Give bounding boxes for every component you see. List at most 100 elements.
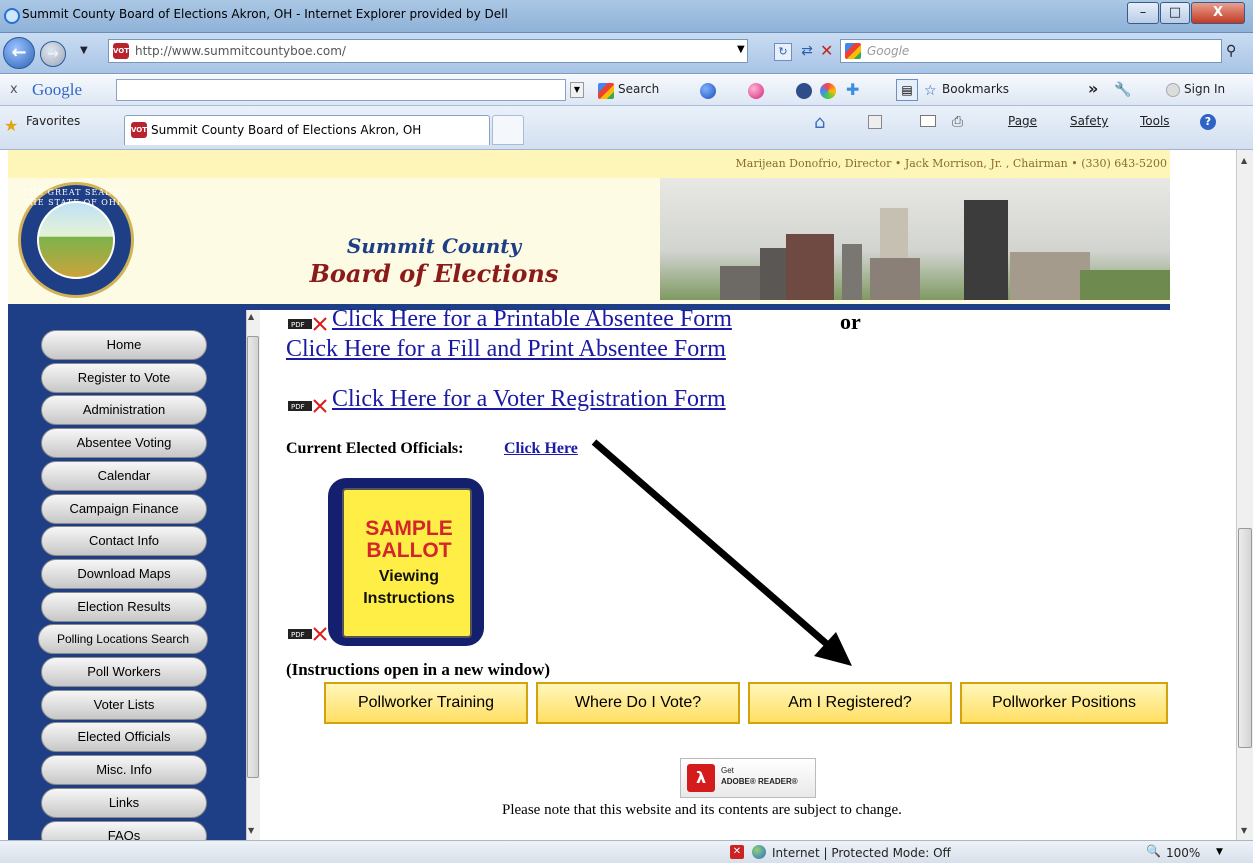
spellcheck-icon[interactable] (820, 83, 836, 99)
zoom-icon: 🔍 (1146, 844, 1161, 858)
where-do-i-vote-button[interactable]: Where Do I Vote? (536, 682, 740, 724)
address-dropdown-icon[interactable]: ▼ (737, 44, 745, 55)
tools-menu[interactable]: Tools (1140, 114, 1170, 128)
sidebar-item-voter-lists[interactable]: Voter Lists (41, 689, 207, 720)
page-menu[interactable]: Page (1008, 114, 1037, 128)
header-contacts: Marijean Donofrio, Director • Jack Morri… (735, 157, 1168, 170)
toolbar-close-button[interactable]: x (10, 82, 18, 97)
google-toolbar: x Google ▼ Search ✚ ▤ ☆ Bookmarks » 🔧 Si… (0, 75, 1253, 106)
sidebar-item-election-results[interactable]: Election Results (41, 591, 207, 622)
voter-registration-link[interactable]: Click Here for a Voter Registration Form (332, 386, 726, 413)
akron-skyline-image (660, 178, 1170, 300)
tab-summit-county[interactable]: VOTE Summit County Board of Elections Ak… (124, 115, 490, 145)
sidebar-item-calendar[interactable]: Calendar (41, 460, 207, 491)
minimize-button[interactable]: – (1127, 2, 1159, 24)
scroll-up-icon[interactable]: ▲ (1241, 156, 1247, 165)
sidebar-item-download-maps[interactable]: Download Maps (41, 558, 207, 589)
search-button[interactable]: Search (618, 82, 659, 96)
google-search-icon (598, 83, 614, 99)
sample-ballot-line1: SAMPLE (365, 517, 453, 540)
search-box[interactable]: Google (840, 39, 1222, 63)
home-icon[interactable]: ⌂ (814, 112, 825, 133)
scroll-down-icon[interactable]: ▼ (1241, 826, 1247, 835)
add-button-icon[interactable]: ✚ (846, 82, 864, 99)
pagerank-icon[interactable] (700, 83, 716, 99)
sidebar-item-home[interactable]: Home (41, 330, 207, 360)
refresh-icon[interactable]: ⇄ (798, 43, 816, 61)
back-button[interactable]: ← (3, 37, 35, 69)
sidebar-item-absentee-voting[interactable]: Absentee Voting (41, 428, 207, 459)
mail-icon[interactable] (920, 115, 936, 127)
stop-icon[interactable]: ✕ (820, 41, 838, 61)
highlight-icon[interactable] (748, 83, 764, 99)
zoom-dropdown-icon[interactable]: ▼ (1216, 847, 1223, 857)
zone-status: Internet | Protected Mode: Off (772, 846, 951, 860)
google-search-input[interactable] (116, 79, 566, 101)
translate-icon[interactable] (796, 83, 812, 99)
sidebar-scroll-down-icon[interactable]: ▼ (248, 826, 254, 835)
sidebar-scroll-up-icon[interactable]: ▲ (248, 312, 254, 321)
pdf-icon: PDF (288, 627, 327, 641)
svg-text:PDF: PDF (291, 321, 305, 329)
search-icon[interactable]: ⚲ (1226, 43, 1236, 59)
print-icon[interactable]: ⎙ (952, 114, 963, 130)
maximize-button[interactable]: □ (1160, 2, 1190, 24)
sidebar-item-elected-officials[interactable]: Elected Officials (41, 722, 207, 753)
page-scrollbar[interactable]: ▲ ▼ (1236, 150, 1253, 840)
sidebar-scroll-thumb[interactable] (247, 336, 259, 778)
zoom-level[interactable]: 100% (1166, 846, 1200, 860)
safety-menu[interactable]: Safety (1070, 114, 1108, 128)
feeds-icon[interactable] (868, 115, 882, 129)
new-tab-button[interactable] (492, 115, 524, 145)
pollworker-training-button[interactable]: Pollworker Training (324, 682, 528, 724)
sidebar-item-register-to-vote[interactable]: Register to Vote (41, 362, 207, 393)
favorites-bar: ★ Favorites VOTE Summit County Board of … (0, 106, 1253, 150)
close-button[interactable]: X (1191, 2, 1245, 24)
ohio-seal-logo: THE GREAT SEAL OF THE STATE OF OHIO (18, 182, 134, 298)
pollworker-positions-button[interactable]: Pollworker Positions (960, 682, 1168, 724)
am-i-registered-button[interactable]: Am I Registered? (748, 682, 952, 724)
google-logo-icon (845, 43, 861, 59)
window-title-bar: Summit County Board of Elections Akron, … (0, 0, 1253, 33)
officials-label: Current Elected Officials: (286, 440, 464, 457)
toolbar-more-button[interactable]: » (1088, 79, 1098, 98)
sample-ballot-button[interactable]: SAMPLE BALLOT Viewing Instructions (328, 478, 484, 646)
tab-title: Summit County Board of Elections Akron, … (151, 123, 422, 137)
adobe-reader-label: ADOBE® READER® (721, 777, 798, 786)
wrench-icon[interactable]: 🔧 (1114, 82, 1131, 98)
sidebar-item-links[interactable]: Links (41, 787, 207, 818)
sidebar-item-administration[interactable]: Administration (41, 395, 207, 426)
status-bar: ✕ Internet | Protected Mode: Off 🔍 100% … (0, 840, 1253, 863)
address-bar[interactable]: VOTE http://www.summitcountyboe.com/ ▼ (108, 39, 748, 63)
sidebar-item-misc-info[interactable]: Misc. Info (41, 755, 207, 786)
search-placeholder: Google (867, 44, 910, 58)
sidebar-item-polling-locations-search[interactable]: Polling Locations Search (38, 624, 208, 655)
fill-print-absentee-link[interactable]: Click Here for a Fill and Print Absentee… (286, 336, 726, 363)
sign-in-link[interactable]: Sign In (1184, 82, 1225, 96)
sidewiki-icon[interactable]: ▤ (896, 79, 918, 101)
page-scroll-thumb[interactable] (1238, 528, 1252, 748)
svg-text:PDF: PDF (291, 631, 305, 639)
or-text: or (840, 309, 861, 334)
sample-ballot-line4: Instructions (363, 590, 455, 607)
printable-absentee-link[interactable]: Click Here for a Printable Absentee Form (332, 306, 732, 333)
sidebar-item-poll-workers[interactable]: Poll Workers (41, 657, 207, 687)
favorites-star-icon: ★ (4, 116, 19, 135)
get-adobe-reader-button[interactable]: λ Get ADOBE® READER® (680, 758, 816, 798)
adobe-get-label: Get (721, 766, 734, 775)
sidebar-item-contact-info[interactable]: Contact Info (41, 526, 207, 557)
compatibility-view-icon[interactable]: ↻ (774, 43, 792, 61)
popup-blocked-icon[interactable]: ✕ (730, 845, 744, 859)
sidebar-item-faqs[interactable]: FAQs (41, 820, 207, 840)
officials-link[interactable]: Click Here (504, 440, 578, 458)
forward-button[interactable]: → (40, 41, 66, 67)
sample-ballot-scroll: SAMPLE BALLOT Viewing Instructions (342, 488, 472, 638)
help-icon[interactable]: ? (1200, 114, 1216, 130)
recent-pages-dropdown-icon[interactable]: ▼ (80, 45, 88, 56)
disclaimer-text: Please note that this website and its co… (502, 802, 902, 818)
adobe-pdf-icon: λ (687, 764, 715, 792)
sidebar-item-campaign-finance[interactable]: Campaign Finance (41, 493, 207, 524)
google-search-dropdown-icon[interactable]: ▼ (570, 82, 584, 98)
bookmarks-menu[interactable]: Bookmarks (942, 82, 1009, 96)
favorites-button[interactable]: Favorites (26, 114, 80, 128)
